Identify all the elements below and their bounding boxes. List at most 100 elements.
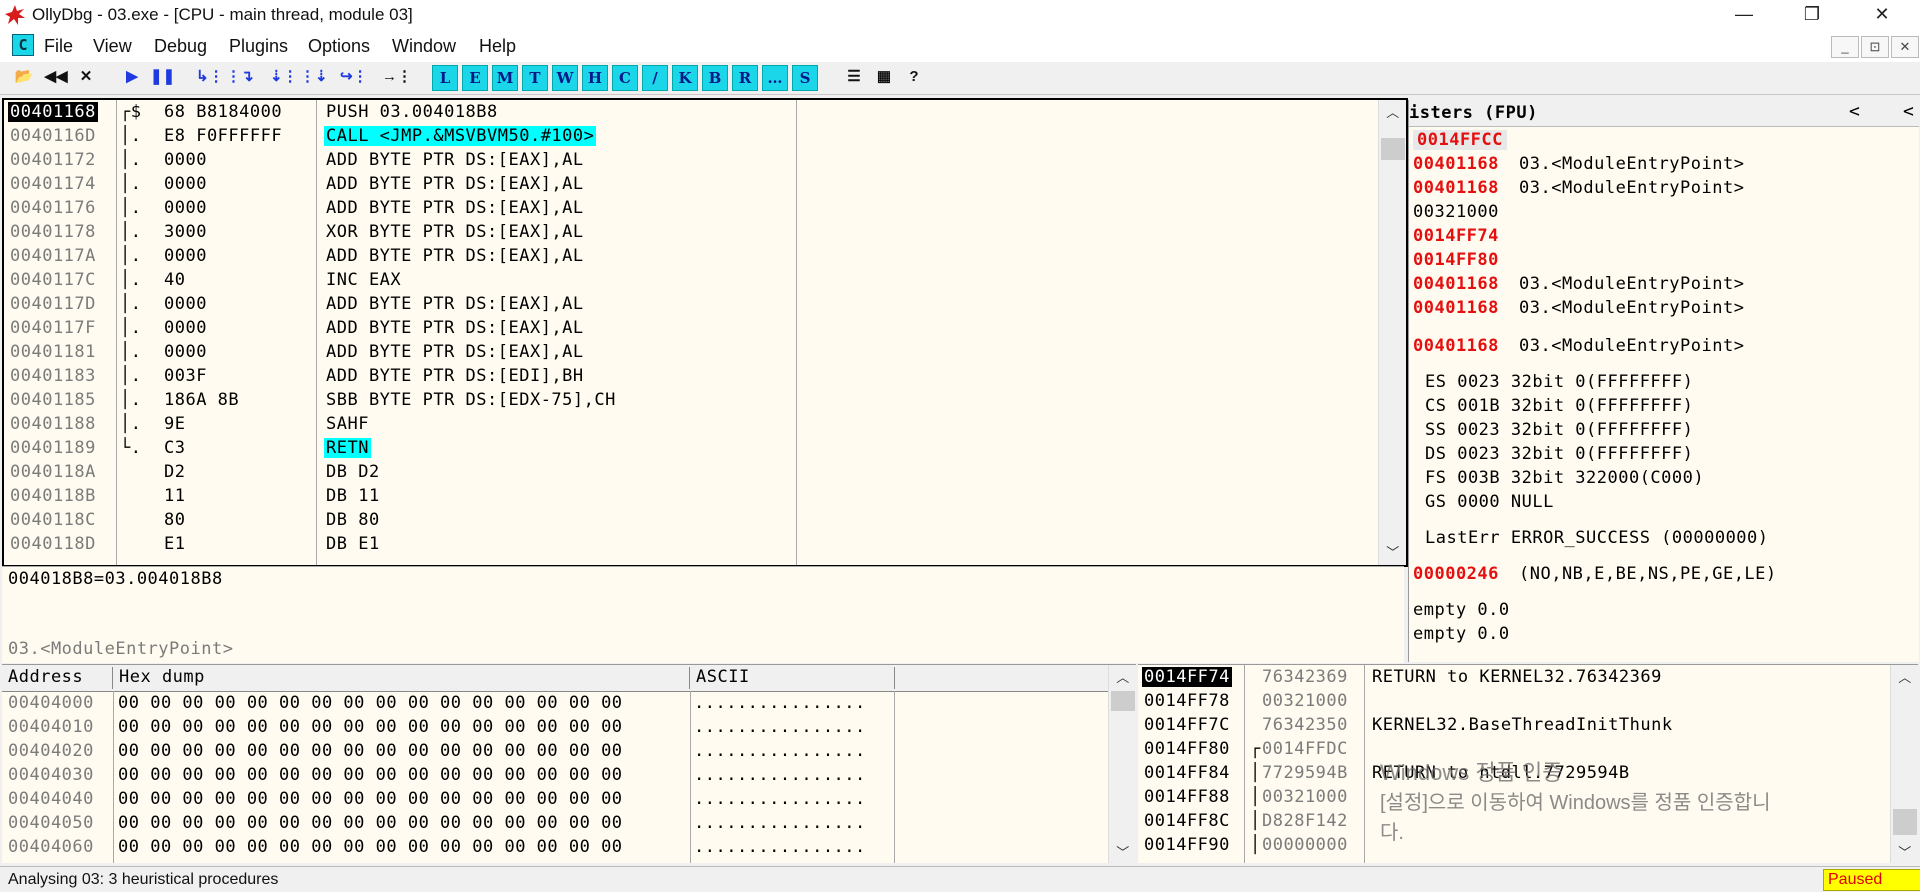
collapse-left-icon[interactable]: < — [1849, 101, 1860, 122]
register-row[interactable]: 00321000 — [1409, 202, 1909, 226]
step-over-icon[interactable]: ⋮↴ — [226, 65, 254, 89]
disasm-row[interactable]: 00401178 │. 3000 XOR BYTE PTR DS:[EAX],AL — [4, 222, 1376, 246]
menu-window[interactable]: Window — [392, 36, 456, 57]
scroll-thumb[interactable] — [1893, 809, 1917, 835]
registers-pane[interactable]: isters (FPU) < < 0014FFCC 00401168 03.<Mod… — [1408, 100, 1919, 662]
dump-row[interactable]: 00404020 00 00 00 00 00 00 00 00 00 00 00… — [2, 741, 1102, 765]
execute-till-return-icon[interactable]: ↪⋮ — [340, 65, 368, 89]
restore-button[interactable]: ❐ — [1782, 0, 1842, 30]
cpu-icon[interactable]: C — [612, 65, 638, 91]
dump-row[interactable]: 00404060 00 00 00 00 00 00 00 00 00 00 00… — [2, 837, 1102, 861]
hex-dump-pane[interactable]: Address Hex dump ASCII 00404000 00 00 00 … — [2, 664, 1136, 863]
dump-row[interactable]: 00404040 00 00 00 00 00 00 00 00 00 00 00… — [2, 789, 1102, 813]
disasm-row[interactable]: 00401172 │. 0000 ADD BYTE PTR DS:[EAX],AL — [4, 150, 1376, 174]
pause-icon[interactable]: ❚❚ — [150, 65, 175, 89]
menu-debug[interactable]: Debug — [154, 36, 207, 57]
threads-icon[interactable]: T — [522, 65, 548, 91]
step-into-icon[interactable]: ↳⋮ — [196, 65, 224, 89]
ascii-column-header[interactable]: ASCII — [690, 667, 895, 689]
menu-help[interactable]: Help — [479, 36, 516, 57]
mdi-minimize-button[interactable]: _ — [1831, 36, 1859, 58]
register-row[interactable]: 0014FF80 — [1409, 250, 1909, 274]
mdi-restore-button[interactable]: ⊡ — [1861, 36, 1889, 58]
disasm-row[interactable]: 0040118A D2 DB D2 — [4, 462, 1376, 486]
address-column-header[interactable]: Address — [2, 667, 113, 689]
register-row[interactable]: 00401168 03.<ModuleEntryPoint> — [1409, 274, 1909, 298]
disasm-row[interactable]: 0040118C 80 DB 80 — [4, 510, 1376, 534]
menu-options[interactable]: Options — [308, 36, 370, 57]
dump-row[interactable]: 00404000 00 00 00 00 00 00 00 00 00 00 00… — [2, 693, 1102, 717]
close-window-button[interactable]: ✕ — [1852, 0, 1912, 30]
source-icon[interactable]: S — [792, 65, 818, 91]
segment-register-row[interactable]: CS 001B 32bit 0(FFFFFFFF) — [1409, 396, 1909, 420]
segment-register-row[interactable]: DS 0023 32bit 0(FFFFFFFF) — [1409, 444, 1909, 468]
dump-scrollbar[interactable]: ︿ ﹀ — [1108, 665, 1136, 863]
disasm-row[interactable]: 00401181 │. 0000 ADD BYTE PTR DS:[EAX],AL — [4, 342, 1376, 366]
register-row[interactable]: 00401168 03.<ModuleEntryPoint> — [1409, 154, 1909, 178]
disasm-row[interactable]: 0040116D │. E8 F0FFFFFF CALL <JMP.&MSVBVM50… — [4, 126, 1376, 150]
disasm-row[interactable]: 00401189 └. C3 RETN — [4, 438, 1376, 462]
segment-register-row[interactable]: ES 0023 32bit 0(FFFFFFFF) — [1409, 372, 1909, 396]
hex-dump-column-header[interactable]: Hex dump — [113, 667, 690, 689]
disasm-row[interactable]: 00401188 │. 9E SAHF — [4, 414, 1376, 438]
segment-register-row[interactable]: SS 0023 32bit 0(FFFFFFFF) — [1409, 420, 1909, 444]
patches-icon[interactable]: / — [642, 65, 668, 91]
register-row[interactable]: 00401168 03.<ModuleEntryPoint> — [1409, 298, 1909, 322]
disasm-row[interactable]: 00401183 │. 003F ADD BYTE PTR DS:[EDI],BH — [4, 366, 1376, 390]
register-row[interactable]: 0014FFCC — [1409, 130, 1909, 154]
references-icon[interactable]: R — [732, 65, 758, 91]
register-row[interactable]: 0014FF74 — [1409, 226, 1909, 250]
scroll-down-icon[interactable]: ﹀ — [1109, 842, 1136, 861]
trace-over-icon[interactable]: ⋮⇣ — [300, 65, 328, 89]
scroll-up-icon[interactable]: ︿ — [1109, 667, 1136, 686]
close-icon[interactable]: ✕ — [74, 65, 98, 89]
disasm-row[interactable]: 00401174 │. 0000 ADD BYTE PTR DS:[EAX],AL — [4, 174, 1376, 198]
disasm-row[interactable]: 0040117A │. 0000 ADD BYTE PTR DS:[EAX],AL — [4, 246, 1376, 270]
open-folder-icon[interactable]: 📂 — [12, 65, 36, 89]
registers-title[interactable]: isters (FPU) — [1409, 103, 1538, 123]
run-trace-icon[interactable]: … — [762, 65, 788, 91]
register-row[interactable]: 00401168 03.<ModuleEntryPoint> — [1409, 178, 1909, 202]
handles-icon[interactable]: H — [582, 65, 608, 91]
breakpoints-icon[interactable]: B — [702, 65, 728, 91]
scroll-down-icon[interactable]: ﹀ — [1891, 842, 1918, 861]
executable-modules-icon[interactable]: E — [462, 65, 488, 91]
trace-into-icon[interactable]: ⇣⋮ — [270, 65, 298, 89]
stack-row[interactable]: 0014FF7C 76342350 KERNEL32.BaseThreadInitT… — [1138, 715, 1888, 739]
disasm-row[interactable]: 0040118D E1 DB E1 — [4, 534, 1376, 558]
rewind-icon[interactable]: ◀◀ — [44, 65, 68, 89]
call-stack-icon[interactable]: K — [672, 65, 698, 91]
menu-plugins[interactable]: Plugins — [229, 36, 288, 57]
dump-row[interactable]: 00404030 00 00 00 00 00 00 00 00 00 00 00… — [2, 765, 1102, 789]
disasm-row[interactable]: 0040118B 11 DB 11 — [4, 486, 1376, 510]
log-window-icon[interactable]: L — [432, 65, 458, 91]
segment-register-row[interactable]: GS 0000 NULL — [1409, 492, 1909, 516]
menu-view[interactable]: View — [93, 36, 132, 57]
disassembly-pane[interactable]: 00401168 ┌$ 68 B8184000 PUSH 03.004018B8 004… — [2, 98, 1408, 567]
disasm-row[interactable]: 00401185 │. 186A 8B SBB BYTE PTR DS:[EDX-75… — [4, 390, 1376, 414]
collapse-right-icon[interactable]: < — [1903, 101, 1914, 122]
disassembly-scrollbar[interactable]: ︿ ﹀ — [1378, 100, 1406, 565]
list-icon[interactable]: ☰ — [842, 65, 866, 89]
mdi-close-button[interactable]: ✕ — [1891, 36, 1919, 58]
scroll-down-icon[interactable]: ﹀ — [1379, 542, 1406, 561]
run-icon[interactable]: ▶ — [120, 65, 144, 89]
memory-map-icon[interactable]: M — [492, 65, 518, 91]
stack-row[interactable]: 0014FF74 76342369 RETURN to KERNEL32.76342… — [1138, 667, 1888, 691]
cpu-window-icon[interactable]: C — [12, 34, 34, 56]
disasm-row[interactable]: 00401168 ┌$ 68 B8184000 PUSH 03.004018B8 — [4, 102, 1376, 126]
disasm-row[interactable]: 00401176 │. 0000 ADD BYTE PTR DS:[EAX],AL — [4, 198, 1376, 222]
disasm-row[interactable]: 0040117F │. 0000 ADD BYTE PTR DS:[EAX],AL — [4, 318, 1376, 342]
disasm-row[interactable]: 0040117C │. 40 INC EAX — [4, 270, 1376, 294]
minimize-button[interactable]: — — [1714, 0, 1774, 30]
dump-row[interactable]: 00404010 00 00 00 00 00 00 00 00 00 00 00… — [2, 717, 1102, 741]
segment-register-row[interactable]: FS 003B 32bit 322000(C000) — [1409, 468, 1909, 492]
scroll-thumb[interactable] — [1381, 138, 1405, 160]
scroll-up-icon[interactable]: ︿ — [1379, 102, 1406, 121]
menu-file[interactable]: File — [44, 36, 73, 57]
dump-row[interactable]: 00404050 00 00 00 00 00 00 00 00 00 00 00… — [2, 813, 1102, 837]
goto-icon[interactable]: →⋮ — [382, 65, 412, 89]
scroll-up-icon[interactable]: ︿ — [1891, 667, 1918, 686]
appearance-icon[interactable]: ▦ — [872, 65, 896, 89]
stack-row[interactable]: 0014FF78 00321000 — [1138, 691, 1888, 715]
